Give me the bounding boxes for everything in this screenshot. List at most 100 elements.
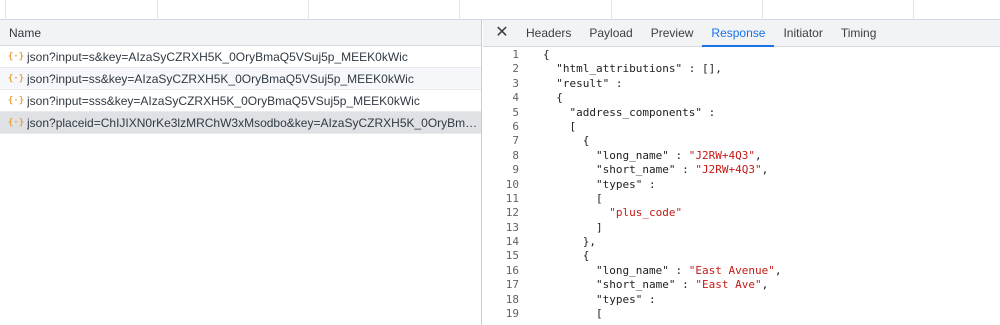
json-punctuation: , (761, 278, 769, 292)
json-string: "J2RW+4Q3" (688, 148, 755, 162)
code-line: 7 { (483, 134, 1000, 148)
code-content: { (519, 134, 590, 148)
json-string: "East Avenue" (688, 263, 775, 277)
code-line: 18 "types" : (483, 293, 1000, 307)
request-row[interactable]: {·} json?input=s&key=AIzaSyCZRXH5K_0OryBm… (0, 46, 481, 68)
json-punctuation: , (761, 163, 769, 177)
request-name: json?input=s&key=AIzaSyCZRXH5K_0OryBmaQ5… (27, 49, 408, 64)
line-number: 17 (505, 278, 519, 292)
json-icon: {·} (7, 117, 25, 128)
code-line: 6 [ (483, 120, 1000, 134)
details-tab-bar: ✕ Headers Payload Preview Response Initi… (483, 20, 1000, 47)
line-number: 16 (505, 263, 519, 277)
line-number: 9 (512, 163, 519, 177)
tab-initiator[interactable]: Initiator (774, 20, 831, 46)
code-line: 16 "long_name" : "East Avenue", (483, 264, 1000, 278)
code-content: "long_name" : "J2RW+4Q3", (519, 149, 762, 163)
request-rows: {·} json?input=s&key=AIzaSyCZRXH5K_0OryBm… (0, 46, 481, 134)
tab-headers[interactable]: Headers (517, 20, 580, 46)
request-row[interactable]: {·} json?input=ss&key=AIzaSyCZRXH5K_0OryB… (0, 68, 481, 90)
json-punctuation: }, (582, 235, 596, 249)
name-column-header[interactable]: Name (0, 20, 481, 46)
json-punctuation: : (675, 278, 696, 292)
json-icon: {·} (7, 51, 25, 62)
json-string: "plus_code" (609, 206, 683, 220)
code-content: "short_name" : "J2RW+4Q3", (519, 163, 768, 177)
code-content: "types" : (519, 293, 656, 307)
response-body-viewer[interactable]: 1{2 "html_attributions" : [], 3 "result" … (483, 48, 1000, 325)
request-row[interactable]: {·} json?placeid=ChIJIXN0rKe3lzMRChW3xMso… (0, 112, 481, 134)
code-line: 1{ (483, 48, 1000, 62)
line-number: 5 (512, 105, 519, 119)
code-content: [ (519, 307, 603, 321)
request-row[interactable]: {·} json?input=sss&key=AIzaSyCZRXH5K_0Ory… (0, 90, 481, 112)
json-string: "J2RW+4Q3" (695, 163, 762, 177)
code-content: "result" : (519, 77, 622, 91)
json-punctuation: : (642, 292, 656, 306)
line-number: 7 (512, 134, 519, 148)
json-key: "long_name" (595, 148, 669, 162)
code-content: { (519, 91, 563, 105)
json-punctuation: [ (569, 119, 577, 133)
code-content: "types" : (519, 178, 656, 192)
json-key: "html_attributions" (556, 62, 683, 76)
code-content: "plus_code" (519, 206, 682, 220)
json-punctuation: : (668, 263, 689, 277)
tab-response[interactable]: Response (702, 20, 775, 47)
tab-payload[interactable]: Payload (580, 20, 641, 46)
line-number: 10 (505, 177, 519, 191)
tab-preview[interactable]: Preview (642, 20, 703, 46)
line-number: 4 (512, 91, 519, 105)
json-punctuation: : (701, 105, 716, 119)
code-content: { (519, 48, 550, 62)
timeline-tick (611, 0, 612, 20)
code-content: [ (519, 192, 603, 206)
line-number: 8 (512, 148, 519, 162)
line-number: 11 (505, 191, 519, 205)
json-key: "types" (595, 177, 643, 191)
line-number: 13 (505, 220, 519, 234)
code-line: 14 }, (483, 235, 1000, 249)
line-number: 2 (512, 62, 519, 76)
json-punctuation: { (556, 91, 563, 105)
json-key: "types" (595, 292, 643, 306)
json-key: "result" (556, 76, 610, 90)
json-punctuation: [ (595, 191, 603, 205)
json-punctuation: : [], (682, 62, 722, 76)
code-line: 5 "address_components" : (483, 106, 1000, 120)
line-number: 19 (505, 307, 519, 321)
code-line: 11 [ (483, 192, 1000, 206)
json-key: "address_components" (569, 105, 702, 119)
code-content: { (519, 249, 590, 263)
code-content: [ (519, 119, 577, 134)
timeline-tick (5, 0, 6, 20)
timeline-tick (459, 0, 460, 20)
code-line: 4 { (483, 91, 1000, 105)
line-number: 18 (505, 292, 519, 306)
timeline-tick (308, 0, 309, 20)
request-name: json?placeid=ChIJIXN0rKe3lzMRChW3xMsodbo… (27, 115, 481, 130)
code-line: 17 "short_name" : "East Ave", (483, 278, 1000, 292)
timeline-tick (913, 0, 914, 20)
request-list-pane: Name {·} json?input=s&key=AIzaSyCZRXH5K_0… (0, 20, 482, 325)
code-content: ] (519, 221, 603, 235)
json-punctuation: { (543, 48, 550, 61)
json-punctuation: { (582, 249, 590, 263)
tab-timing[interactable]: Timing (832, 20, 886, 46)
json-punctuation: : (675, 163, 696, 177)
json-icon: {·} (7, 73, 25, 84)
code-content: }, (519, 235, 596, 249)
close-icon[interactable]: ✕ (491, 20, 513, 46)
line-number: 1 (512, 48, 519, 61)
timeline-tick (157, 0, 158, 20)
code-content: "address_components" : (519, 105, 716, 120)
json-key: "short_name" (595, 278, 676, 292)
json-string: "East Ave" (695, 278, 762, 292)
line-number: 14 (505, 235, 519, 249)
line-number: 12 (505, 206, 519, 220)
code-line: 12 "plus_code" (483, 206, 1000, 220)
code-content: "short_name" : "East Ave", (519, 278, 768, 292)
json-punctuation: , (774, 263, 782, 277)
code-content: "html_attributions" : [], (519, 62, 722, 76)
request-details-pane: ✕ Headers Payload Preview Response Initi… (483, 20, 1000, 325)
